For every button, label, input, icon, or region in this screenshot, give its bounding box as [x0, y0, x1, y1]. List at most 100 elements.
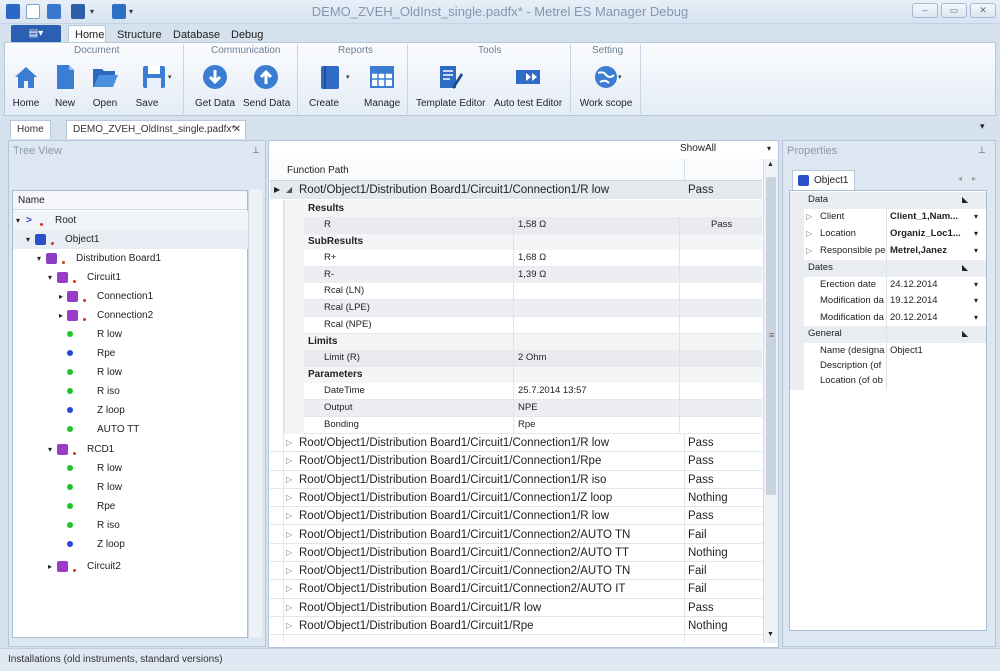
properties-pin-icon[interactable]: ⊥ — [978, 145, 986, 156]
grid-row[interactable]: ▷ Root/Object1/Distribution Board1/Circui… — [270, 580, 762, 599]
collapse-category-icon[interactable]: ◣ — [962, 260, 968, 276]
property-value[interactable]: Organiz_Loc1... — [890, 226, 961, 242]
expand-property-icon[interactable]: ▷ — [806, 243, 812, 259]
expand-row-icon[interactable]: ▷ — [286, 544, 292, 562]
tree-pin-icon[interactable]: ⊥ — [252, 145, 260, 156]
expand-row-icon[interactable]: ▷ — [286, 489, 292, 507]
scroll-down-icon[interactable]: ▼ — [767, 631, 774, 638]
home-button[interactable]: Home — [10, 63, 42, 109]
grid-row[interactable]: ▷ Root/Object1/Distribution Board1/Circui… — [270, 526, 762, 544]
create-dropdown-icon[interactable]: ▾ — [346, 73, 350, 81]
property-value[interactable]: Object1 — [890, 343, 923, 359]
work-scope-dropdown-icon[interactable]: ▾ — [618, 73, 622, 81]
open-button[interactable]: Open — [88, 63, 122, 109]
expand-property-icon[interactable]: ▷ — [806, 209, 812, 225]
property-row[interactable]: Location (of ob — [804, 373, 986, 390]
expand-icon[interactable]: ▾ — [26, 230, 30, 249]
application-menu-button[interactable]: ▤▾ — [11, 25, 61, 43]
expand-row-icon[interactable]: ▷ — [286, 617, 292, 635]
category-data[interactable]: Data ◣ — [790, 192, 986, 209]
grid-column-function-path[interactable]: Function Path — [287, 165, 349, 176]
grid-row-expanded[interactable]: ▶ ◢ Root/Object1/Distribution Board1/Cir… — [270, 181, 762, 200]
category-general[interactable]: General ◣ — [790, 326, 986, 343]
tree-item-measurement[interactable]: AUTO TT — [13, 420, 248, 439]
save-dropdown-icon[interactable]: ▾ — [168, 73, 172, 81]
collapse-icon[interactable]: ◢ — [286, 181, 292, 199]
properties-nav-next-icon[interactable]: ▸ — [972, 174, 976, 183]
properties-nav-prev-icon[interactable]: ◂ — [958, 174, 962, 183]
expand-icon[interactable]: ▾ — [48, 440, 52, 459]
property-dropdown-icon[interactable]: ▾ — [974, 226, 978, 242]
expand-row-icon[interactable]: ▷ — [286, 471, 292, 489]
tree-item-measurement[interactable]: R low — [13, 363, 248, 382]
tree-item-measurement[interactable]: R iso — [13, 382, 248, 401]
showall-dropdown-icon[interactable]: ▾ — [767, 144, 771, 153]
expand-row-icon[interactable]: ▷ — [286, 599, 292, 617]
grid-column-status[interactable] — [684, 159, 685, 181]
get-data-button[interactable]: Get Data — [194, 63, 236, 109]
grid-row[interactable]: ▷ Root/Object1/Distribution Board1/Circui… — [270, 434, 762, 453]
property-row[interactable]: ▷ Responsible pe Metrel,Janez ▾ — [804, 243, 986, 260]
grid-row[interactable]: ▷ Root/Object1/Distribution Board1/Circui… — [270, 617, 762, 636]
property-value[interactable]: 24.12.2014 — [890, 277, 938, 293]
tree-item-root[interactable]: ▾ > Root — [13, 211, 248, 230]
collapse-category-icon[interactable]: ◣ — [962, 326, 968, 342]
template-editor-button[interactable]: Template Editor — [416, 63, 485, 109]
grid-row[interactable]: ▷ Root/Object1/Distribution Board1/Circui… — [270, 599, 762, 617]
expand-row-icon[interactable]: ▷ — [286, 562, 292, 580]
grid-scrollbar[interactable]: ▲ ▼ — [763, 159, 778, 643]
expand-icon[interactable]: ▾ — [48, 268, 52, 287]
save-button[interactable]: Save — [134, 63, 174, 109]
expand-row-icon[interactable]: ▷ — [286, 452, 292, 470]
tree-item-measurement[interactable]: Z loop — [13, 401, 248, 420]
scroll-up-icon[interactable]: ▲ — [767, 161, 774, 168]
tree-item-measurement[interactable]: Rpe — [13, 344, 248, 363]
property-dropdown-icon[interactable]: ▾ — [974, 293, 978, 309]
tree-item-circuit2[interactable]: ▸ Circuit2 — [13, 557, 248, 576]
grid-row[interactable]: ▷ Root/Object1/Distribution Board1/Circui… — [270, 562, 762, 581]
property-value[interactable]: Metrel,Janez — [890, 243, 947, 259]
grid-row[interactable]: ▷ Root/Object1/Distribution Board1/Circui… — [270, 489, 762, 508]
property-value[interactable]: 20.12.2014 — [890, 310, 938, 326]
tab-list-dropdown-icon[interactable]: ▾ — [980, 121, 985, 132]
property-dropdown-icon[interactable]: ▾ — [974, 243, 978, 259]
grid-row[interactable]: ▷ Root/Object1/Distribution Board1/Circui… — [270, 452, 762, 471]
expand-row-icon[interactable]: ▷ — [286, 526, 292, 544]
property-row[interactable]: ▷ Location Organiz_Loc1... ▾ — [804, 226, 986, 243]
tree-column-name[interactable]: Name — [18, 195, 45, 206]
doc-tab-file[interactable]: DEMO_ZVEH_OldInst_single.padfx* ✕ — [66, 120, 246, 139]
manage-button[interactable]: Manage — [364, 63, 400, 109]
expand-row-icon[interactable]: ▷ — [286, 434, 292, 452]
tree-item-distribution-board1[interactable]: ▾ Distribution Board1 — [13, 249, 248, 268]
grid-row[interactable]: ▷ Root/Object1/Distribution Board1/Circui… — [270, 507, 762, 526]
property-dropdown-icon[interactable]: ▾ — [974, 209, 978, 225]
auto-test-editor-button[interactable]: Auto test Editor — [492, 63, 564, 109]
minimize-button[interactable]: – — [912, 3, 938, 18]
new-button[interactable]: New — [50, 63, 80, 109]
tree-item-connection1[interactable]: ▸ Connection1 — [13, 287, 248, 306]
splitter-handle-icon[interactable]: ≡ — [769, 330, 774, 340]
property-row[interactable]: ▷ Client Client_1,Nam... ▾ — [804, 209, 986, 226]
tree-item-measurement[interactable]: R low — [13, 478, 248, 497]
expand-icon[interactable]: ▾ — [37, 249, 41, 268]
expand-property-icon[interactable]: ▷ — [806, 226, 812, 242]
property-value[interactable]: 19.12.2014 — [890, 293, 938, 309]
expand-icon[interactable]: ▸ — [59, 306, 63, 325]
tree-item-connection2[interactable]: ▸ Connection2 — [13, 306, 248, 325]
work-scope-button[interactable]: Work scope — [578, 63, 634, 109]
showall-filter[interactable]: ShowAll — [680, 143, 716, 154]
property-value[interactable]: Client_1,Nam... — [890, 209, 958, 225]
expand-icon[interactable]: ▸ — [59, 287, 63, 306]
grid-row[interactable]: ▷ Root/Object1/Distribution Board1/Circui… — [270, 471, 762, 489]
properties-tab[interactable]: Object1 — [792, 170, 855, 190]
grid-row[interactable]: ▷ Root/Object1/Distribution Board1/Circui… — [270, 544, 762, 563]
doc-tab-close-icon[interactable]: ✕ — [233, 121, 241, 138]
expand-row-icon[interactable]: ▷ — [286, 507, 292, 525]
doc-tab-home[interactable]: Home — [10, 120, 51, 139]
property-row[interactable]: Modification da 19.12.2014 ▾ — [804, 293, 986, 310]
tree-item-measurement[interactable]: R low — [13, 325, 248, 344]
close-window-button[interactable]: ✕ — [970, 3, 996, 18]
property-dropdown-icon[interactable]: ▾ — [974, 277, 978, 293]
maximize-button[interactable]: ▭ — [941, 3, 967, 18]
property-dropdown-icon[interactable]: ▾ — [974, 310, 978, 326]
